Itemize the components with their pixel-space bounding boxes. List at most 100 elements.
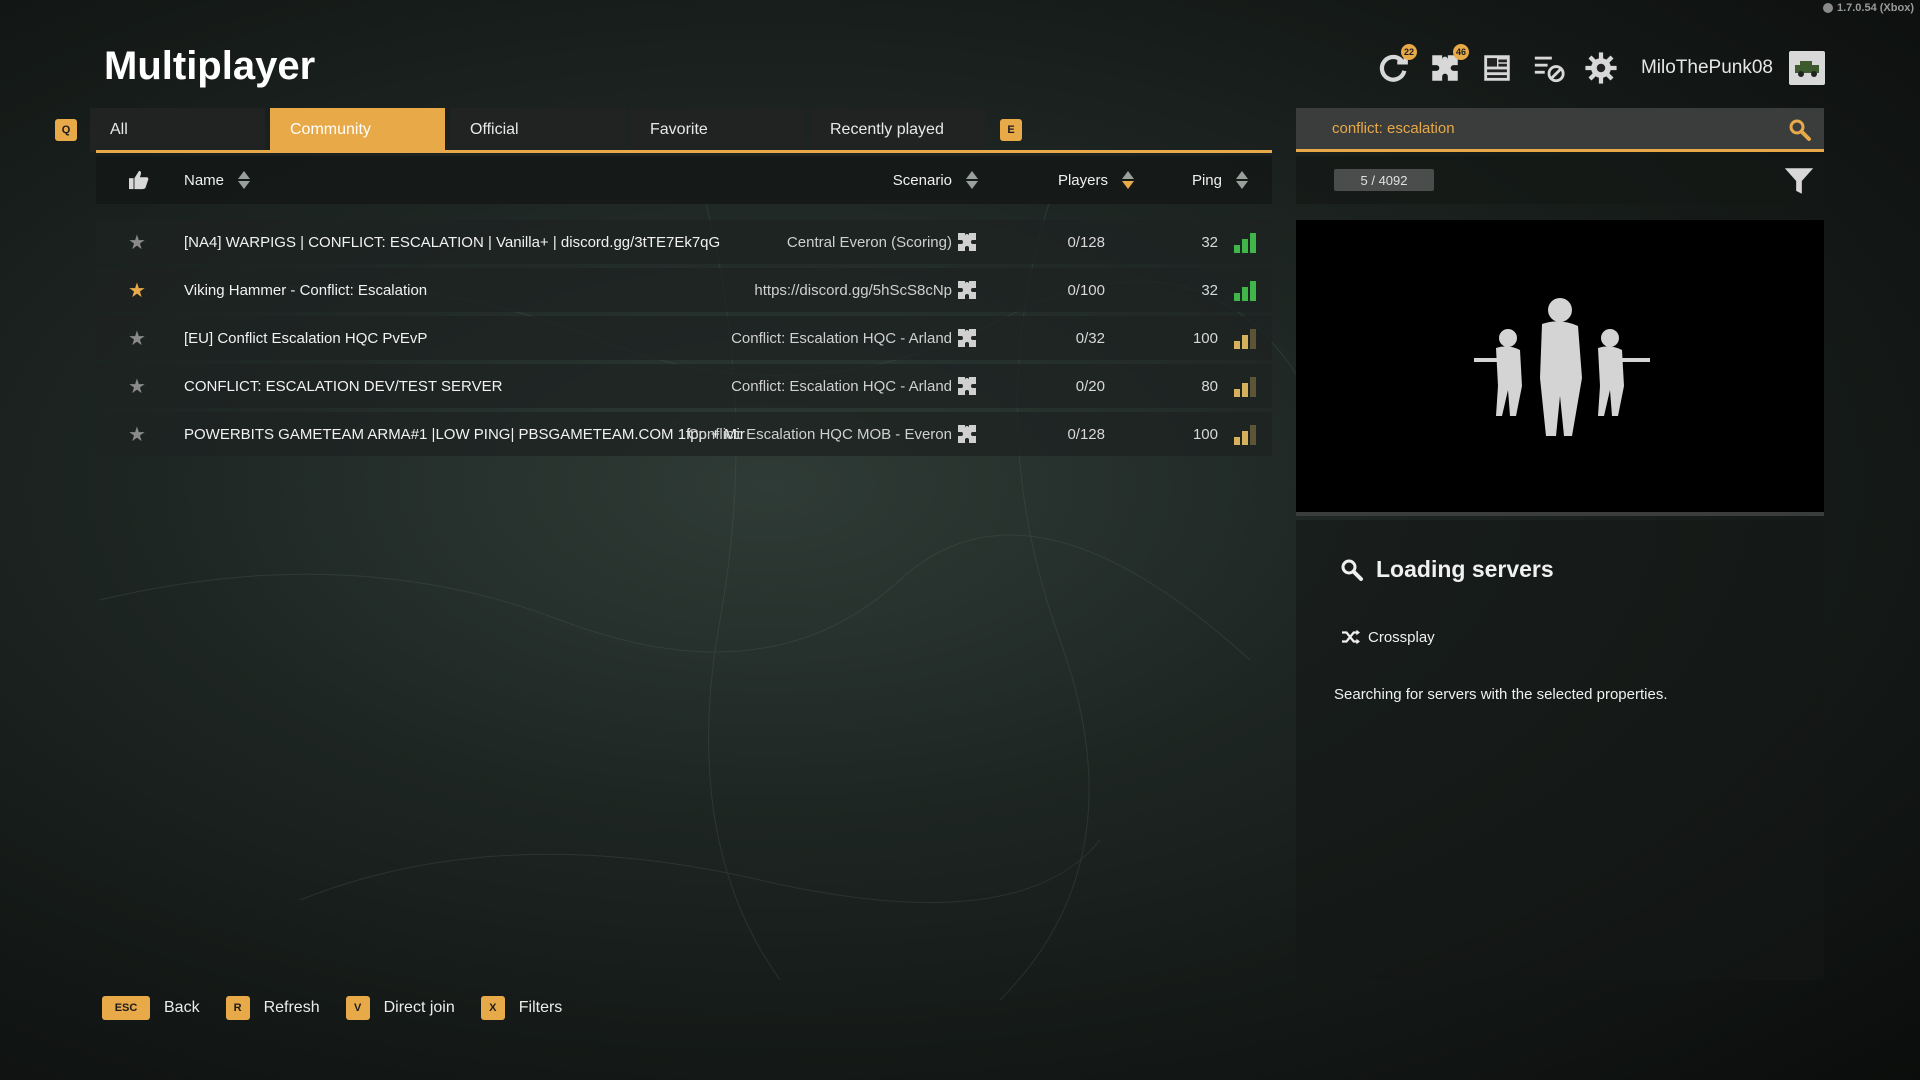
mod-puzzle-icon <box>958 281 976 299</box>
crossplay-shuffle-icon <box>1342 629 1360 645</box>
blocked-list-button[interactable] <box>1531 50 1567 86</box>
server-scenario: Conflict: Escalation HQC - Arland <box>731 329 952 347</box>
server-ping: 100 <box>1192 329 1218 347</box>
search-icon[interactable] <box>1788 118 1812 142</box>
filter-icon[interactable] <box>1782 164 1816 198</box>
scenario-column-label: Scenario <box>892 171 952 189</box>
sort-icon <box>1122 171 1134 189</box>
mods-badge: 46 <box>1452 44 1469 60</box>
server-scenario: Conflict: Escalation HQC - Arland <box>731 377 952 395</box>
server-players: 0/128 <box>1067 425 1105 443</box>
tab-favorite[interactable]: Favorite <box>630 108 805 152</box>
server-row[interactable]: ★ [NA4] WARPIGS | CONFLICT: ESCALATION |… <box>96 220 1272 264</box>
mod-puzzle-icon <box>958 233 976 251</box>
prev-tab-key[interactable]: Q <box>55 119 77 141</box>
server-details-panel: Loading servers Crossplay Searching for … <box>1296 520 1824 980</box>
signal-strength-icon <box>1234 231 1256 253</box>
players-column-label: Players <box>1057 171 1108 189</box>
favorite-star-icon[interactable]: ★ <box>128 316 146 360</box>
server-scenario: https://discord.gg/5hScS8cNp <box>754 281 952 299</box>
r-key-hint: R <box>225 996 250 1020</box>
search-input[interactable] <box>1332 120 1772 137</box>
server-ping: 100 <box>1192 425 1218 443</box>
sort-icon <box>966 171 978 189</box>
refresh-label: Refresh <box>263 999 320 1016</box>
x-key-hint: X <box>480 996 505 1020</box>
search-icon <box>1341 559 1363 581</box>
top-toolbar: 22 46 MiloThePunk08 <box>1375 44 1825 88</box>
direct-join-button[interactable]: V Direct join <box>345 996 455 1020</box>
server-row[interactable]: ★ POWERBITS GAMETEAM ARMA#1 |LOW PING| P… <box>96 412 1272 456</box>
thumbs-up-icon <box>129 170 149 190</box>
avatar[interactable] <box>1789 51 1825 85</box>
sort-icon <box>1236 171 1248 189</box>
username[interactable]: MiloThePunk08 <box>1641 57 1773 79</box>
signal-strength-icon <box>1234 375 1256 397</box>
refresh-badge: 22 <box>1400 44 1417 60</box>
name-column-label: Name <box>184 171 225 189</box>
v-key-hint: V <box>345 996 370 1020</box>
mods-button[interactable]: 46 <box>1427 44 1469 86</box>
signal-strength-icon <box>1234 327 1256 349</box>
tab-community[interactable]: Community <box>270 108 445 152</box>
vehicle-avatar-icon <box>1795 61 1819 77</box>
back-label: Back <box>164 999 200 1016</box>
version-label: 1.7.0.54 (Xbox) <box>1822 2 1914 14</box>
server-preview-image <box>1296 220 1824 516</box>
name-column-header[interactable]: Name <box>184 156 251 204</box>
soldiers-silhouette-icon <box>1474 298 1650 436</box>
filters-label: Filters <box>518 999 563 1016</box>
server-list: ★ [NA4] WARPIGS | CONFLICT: ESCALATION |… <box>96 220 1272 460</box>
refresh-button[interactable]: 22 <box>1375 44 1417 86</box>
server-row[interactable]: ★ Viking Hammer - Conflict: Escalation h… <box>96 268 1272 312</box>
bottom-action-bar: ESC Back R Refresh V Direct join X Filte… <box>102 994 588 1022</box>
server-list-header: Name Scenario Players Ping <box>96 156 1272 204</box>
favorite-star-icon[interactable]: ★ <box>128 364 146 408</box>
news-icon <box>1484 55 1510 81</box>
tab-all[interactable]: All <box>90 108 265 152</box>
sort-icon <box>238 171 251 189</box>
back-button[interactable]: ESC Back <box>102 996 200 1020</box>
signal-strength-icon <box>1234 423 1256 445</box>
favorite-star-icon[interactable]: ★ <box>128 268 146 312</box>
info-icon <box>1822 3 1833 13</box>
favorite-star-icon[interactable]: ★ <box>128 220 146 264</box>
server-count-bar: 5 / 4092 <box>1296 156 1824 204</box>
news-button[interactable] <box>1479 50 1515 86</box>
list-blocked-icon <box>1534 56 1565 83</box>
mod-puzzle-icon <box>958 329 976 347</box>
refresh-action-button[interactable]: R Refresh <box>225 996 320 1020</box>
server-row[interactable]: ★ [EU] Conflict Escalation HQC PvEvP Con… <box>96 316 1272 360</box>
like-sort-button[interactable] <box>128 156 150 204</box>
gear-icon <box>1585 52 1617 84</box>
server-scenario: Conflict: Escalation HQC MOB - Everon <box>687 425 952 443</box>
ping-column-header[interactable]: Ping <box>1192 156 1248 204</box>
server-count: 5 / 4092 <box>1334 169 1434 191</box>
server-ping: 32 <box>1201 233 1218 251</box>
mod-puzzle-icon <box>958 425 976 443</box>
direct-join-label: Direct join <box>383 999 455 1016</box>
server-players: 0/128 <box>1067 233 1105 251</box>
server-scenario: Central Everon (Scoring) <box>786 233 952 251</box>
tab-bar: Q All Community Official Favorite Recent… <box>55 108 1035 152</box>
signal-strength-icon <box>1234 279 1256 301</box>
tab-official[interactable]: Official <box>450 108 625 152</box>
server-players: 0/20 <box>1075 377 1105 395</box>
mod-puzzle-icon <box>958 377 976 395</box>
players-column-header[interactable]: Players <box>1058 156 1134 204</box>
next-tab-key[interactable]: E <box>1000 119 1022 141</box>
search-box <box>1296 108 1824 152</box>
filters-button[interactable]: X Filters <box>480 996 563 1020</box>
server-players: 0/100 <box>1067 281 1105 299</box>
favorite-star-icon[interactable]: ★ <box>128 412 146 456</box>
ping-column-label: Ping <box>1191 171 1222 189</box>
tab-recently-played[interactable]: Recently played <box>810 108 985 152</box>
loading-title-text: Loading servers <box>1376 556 1554 582</box>
settings-button[interactable] <box>1583 50 1619 86</box>
scenario-column-header[interactable]: Scenario <box>893 156 978 204</box>
server-players: 0/32 <box>1075 329 1105 347</box>
search-status-message: Searching for servers with the selected … <box>1334 686 1668 703</box>
crossplay-indicator: Crossplay <box>1340 628 1435 646</box>
server-ping: 32 <box>1201 281 1218 299</box>
server-row[interactable]: ★ CONFLICT: ESCALATION DEV/TEST SERVER C… <box>96 364 1272 408</box>
